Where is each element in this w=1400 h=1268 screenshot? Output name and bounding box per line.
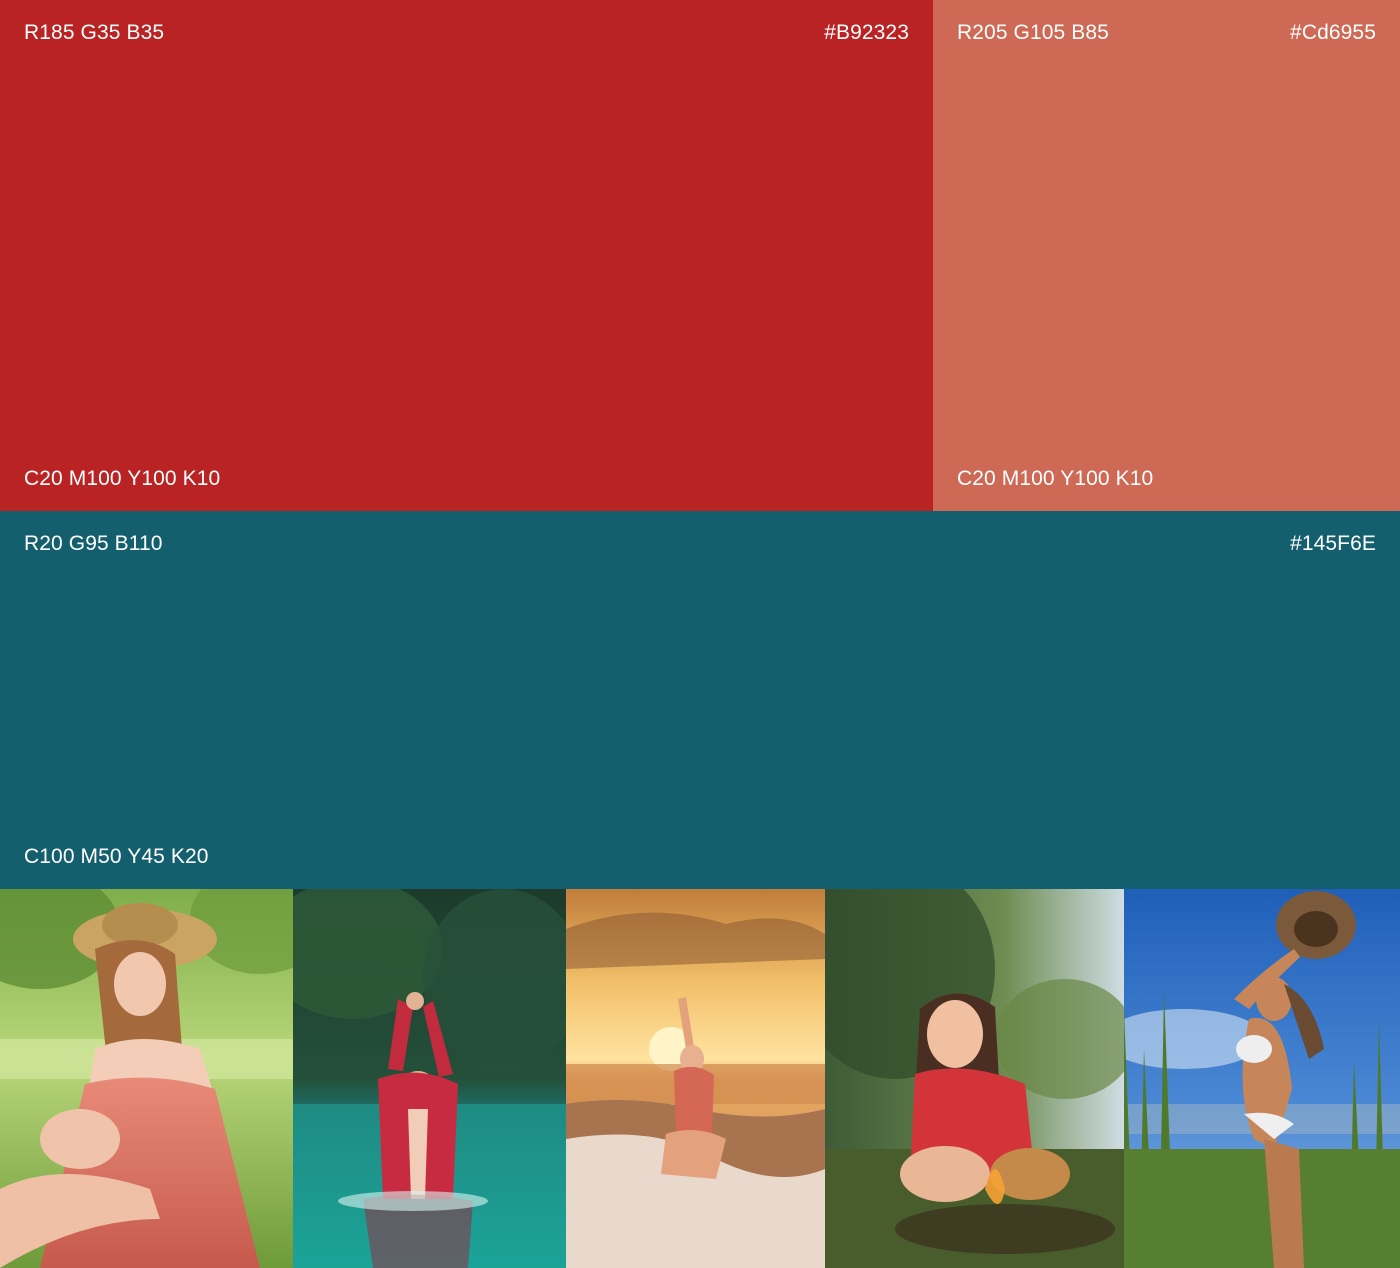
photo-woman-in-water: [293, 889, 566, 1268]
rgb-label: R205 G105 B85: [957, 21, 1109, 44]
rgb-label: R20 G95 B110: [24, 532, 163, 555]
photo-woman-beach-sunset: [566, 889, 825, 1268]
cmyk-label: C100 M50 Y45 K20: [24, 845, 209, 868]
photo-woman-forest: [825, 889, 1124, 1268]
photo-woman-straw-hat: [0, 889, 293, 1268]
swatch-coral: R205 G105 B85 #Cd6955 C20 M100 Y100 K10: [933, 0, 1400, 511]
photo-woman-grass-sky: [1124, 889, 1400, 1268]
hex-label: #145F6E: [1290, 532, 1376, 555]
rgb-label: R185 G35 B35: [24, 21, 165, 44]
hex-label: #Cd6955: [1290, 21, 1376, 44]
cmyk-label: C20 M100 Y100 K10: [24, 467, 221, 490]
swatch-teal: R20 G95 B110 #145F6E C100 M50 Y45 K20: [0, 511, 1400, 889]
hex-label: #B92323: [824, 21, 909, 44]
swatch-red: R185 G35 B35 #B92323 C20 M100 Y100 K10: [0, 0, 933, 511]
cmyk-label: C20 M100 Y100 K10: [957, 467, 1154, 490]
